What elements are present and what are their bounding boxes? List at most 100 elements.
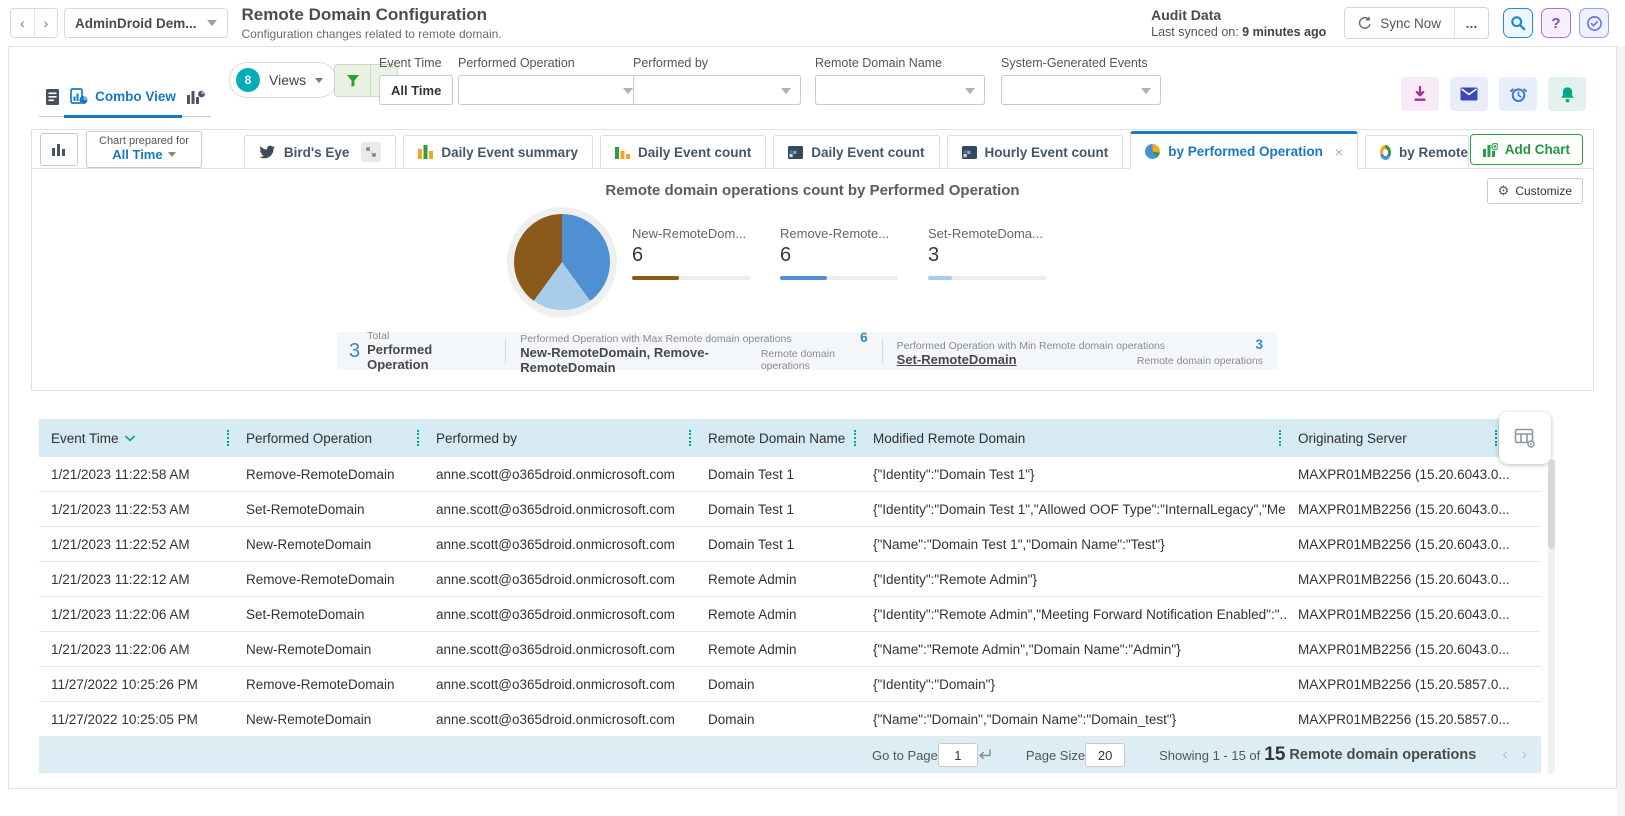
table-cell: {"Identity":"Domain"} [873,676,995,692]
table-row[interactable]: 11/27/2022 10:25:05 PM New-RemoteDomain an… [39,702,1541,737]
chart-tab-birds-eye[interactable]: Bird's Eye [243,135,397,168]
chart-prepared-for-button[interactable]: Chart prepared for All Time [86,130,202,168]
back-button[interactable]: ‹ [11,9,34,37]
column-menu-icon[interactable] [1279,430,1281,446]
stat-total: 3 Total Performed Operation [337,330,505,372]
column-menu-icon[interactable] [1495,430,1497,446]
page-size-label: Page Size [1025,747,1086,763]
sync-more-button[interactable]: ... [1454,8,1488,38]
expand-button[interactable] [361,142,382,162]
global-search-button[interactable] [1503,8,1533,38]
colored-bars-icon [418,145,434,159]
chart-tab-daily-count-grid[interactable]: Daily Event count [773,135,940,168]
legend-label: New-RemoteDom... [632,226,747,241]
table-cell: Domain [708,676,755,692]
chart-tab-strip: Chart prepared for All Time Bird's Eye D… [32,130,1593,169]
stat-total-label: Performed Operation [367,342,433,372]
close-tab-icon[interactable]: × [1335,144,1343,160]
forward-button[interactable]: › [34,9,57,37]
scheduled-tasks-button[interactable] [1579,8,1609,38]
customize-button[interactable]: ⚙ Customize [1486,178,1583,204]
table-cell: MAXPR01MB2256 (15.20.6043.0... [1298,536,1510,552]
chart-legend: New-RemoteDom... 6 Remove-Remote... 6 Se… [632,226,1046,280]
workspace-dropdown[interactable]: AdminDroid Dem... [64,8,228,38]
prepared-for-value: All Time [112,146,163,162]
chart-type-button[interactable] [40,132,78,166]
table-row[interactable]: 1/21/2023 11:22:52 AM New-RemoteDomain ann… [39,527,1541,562]
view-tab-charts[interactable] [186,77,205,116]
email-button[interactable] [1450,77,1488,111]
table-cell: Domain [708,711,755,727]
prev-page-button[interactable]: ‹ [1502,746,1507,764]
chart-tab-by-remote[interactable]: by Remote [1365,135,1470,168]
goto-page-input[interactable] [937,743,978,767]
stat-min-names[interactable]: Set-RemoteDomain [897,352,1017,367]
stat-min-caption: Performed Operation with Min Remote doma… [896,340,1166,352]
sync-now-button[interactable]: Sync Now [1345,8,1454,38]
column-header-performed-operation[interactable]: Performed Operation [234,419,424,457]
table-row[interactable]: 1/21/2023 11:22:12 AM Remove-RemoteDomain… [39,562,1541,597]
column-header-performed-by[interactable]: Performed by [424,419,696,457]
legend-bar [632,276,750,280]
views-dropdown[interactable]: 8 Views [229,62,338,98]
filter-button[interactable] [335,65,371,96]
remote-domain-name-select[interactable] [815,75,985,105]
pie-chart[interactable] [514,214,610,310]
gear-icon: ⚙ [1497,183,1510,198]
column-menu-icon[interactable] [417,430,419,446]
chevron-down-icon [965,88,975,94]
filter-label: Performed by [633,56,709,70]
next-page-button[interactable]: › [1522,746,1527,764]
table-cell: Set-RemoteDomain [246,606,365,622]
performed-operation-select[interactable] [458,75,643,105]
column-header-event-time[interactable]: Event Time [39,419,234,457]
legend-item[interactable]: Remove-Remote... 6 [780,226,898,280]
event-time-label: Event Time [379,56,442,70]
table-row[interactable]: 1/21/2023 11:22:58 AM Remove-RemoteDomain… [39,457,1541,492]
column-menu-icon[interactable] [854,430,856,446]
table-cell: MAXPR01MB2256 (15.20.6043.0... [1298,606,1510,622]
chart-tab-daily-summary[interactable]: Daily Event summary [403,135,593,168]
chevron-down-icon [206,20,217,26]
legend-item[interactable]: Set-RemoteDoma... 3 [928,226,1046,280]
page-scrollbar[interactable] [1617,46,1625,816]
performed-by-select[interactable] [633,75,801,105]
column-header-modified-remote-domain[interactable]: Modified Remote Domain [861,419,1286,457]
views-count-badge: 8 [236,68,260,92]
chevron-down-icon [623,88,633,94]
table-row[interactable]: 11/27/2022 10:25:26 PM Remove-RemoteDomai… [39,667,1541,702]
goto-page-label: Go to Page [872,747,938,763]
table-row[interactable]: 1/21/2023 11:22:06 AM Set-RemoteDomain ann… [39,597,1541,632]
event-time-value[interactable]: All Time [379,75,454,105]
page-size-input[interactable] [1085,743,1126,767]
table-row[interactable]: 1/21/2023 11:22:53 AM Set-RemoteDomain ann… [39,492,1541,527]
column-header-remote-domain-name[interactable]: Remote Domain Name [696,419,861,457]
scrollbar-thumb[interactable] [1548,459,1555,549]
table-cell: 1/21/2023 11:22:06 AM [51,606,190,622]
table-cell: MAXPR01MB2256 (15.20.5857.0... [1298,676,1510,692]
column-menu-icon[interactable] [689,430,691,446]
table-footer: Go to Page Page Size Showing 1 - 15 of 1… [39,737,1541,773]
chart-tab-hourly-count[interactable]: Hourly Event count [946,135,1124,168]
chevron-down-icon [1141,88,1151,94]
legend-item[interactable]: New-RemoteDom... 6 [632,226,750,280]
add-chart-button[interactable]: Add Chart [1469,134,1583,165]
legend-value: 3 [928,244,940,266]
chart-tab-daily-count-bar[interactable]: Daily Event count [599,135,767,168]
view-tab-report[interactable] [45,77,60,116]
table-row[interactable]: 1/21/2023 11:22:06 AM New-RemoteDomain ann… [39,632,1541,667]
download-button[interactable] [1401,77,1439,111]
table-scrollbar[interactable] [1548,459,1555,774]
system-generated-events-select[interactable] [1001,75,1161,105]
alerts-button[interactable] [1548,77,1586,111]
help-button[interactable]: ? [1541,8,1571,38]
view-tab-combo[interactable]: Combo View [64,77,182,118]
column-chooser-button[interactable] [1499,412,1551,464]
legend-label: Remove-Remote... [780,226,890,241]
chart-tab-by-performed-operation[interactable]: by Performed Operation × [1130,131,1359,169]
filter-label: System-Generated Events [1001,56,1148,70]
add-chart-icon [1482,142,1498,157]
table-cell: {"Identity":"Remote Admin"} [873,571,1038,587]
schedule-button[interactable] [1499,77,1537,111]
column-menu-icon[interactable] [227,430,229,446]
